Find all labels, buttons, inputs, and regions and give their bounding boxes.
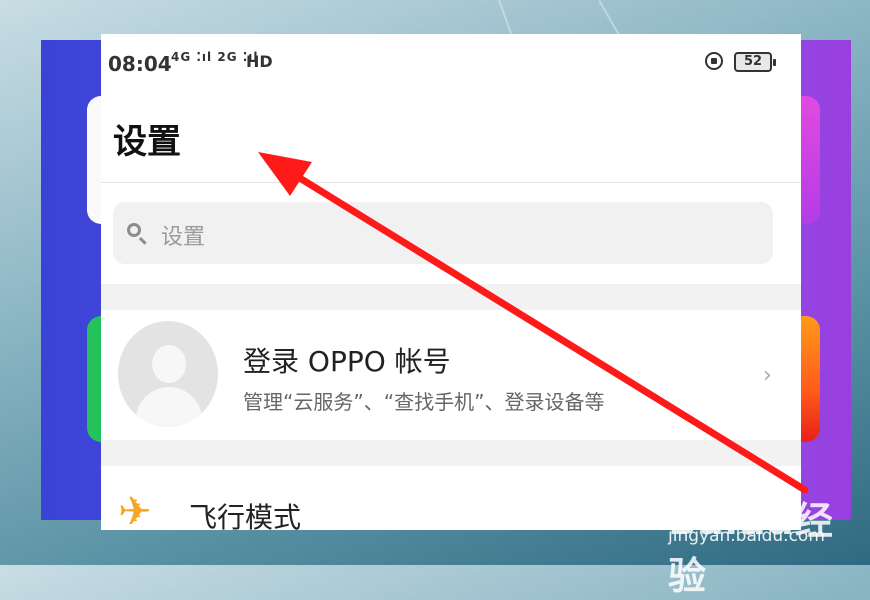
arrow-head — [258, 152, 312, 196]
arrow-shaft — [286, 168, 809, 494]
annotation-arrow — [258, 152, 809, 494]
watermark-url: jingyan.baidu.com — [668, 526, 825, 546]
